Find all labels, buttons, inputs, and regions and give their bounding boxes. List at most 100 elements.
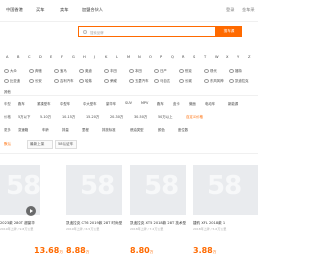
price-option[interactable]: 5万以下 (18, 114, 30, 119)
type-option[interactable]: 皮卡 (173, 101, 180, 106)
play-video-button[interactable] (26, 206, 36, 216)
letter-filter[interactable]: Q (171, 55, 174, 59)
type-option[interactable]: MPV (141, 101, 148, 105)
brand-item[interactable]: 比亚迪 (4, 78, 20, 86)
type-option[interactable]: 跑车 (157, 101, 164, 106)
nav-buy[interactable]: 买车 (36, 7, 44, 13)
car-image[interactable]: 58 (130, 165, 186, 215)
more-brands-link[interactable]: 其他 (4, 89, 11, 94)
brand-item[interactable]: 丰田 (104, 68, 117, 76)
price-option[interactable]: 50万以上 (158, 114, 173, 119)
car-card[interactable]: 58 捷豹 XFL 2018款 1 2018年上牌 / 5.6万公里 3.88万 (193, 165, 258, 262)
letter-filter[interactable]: Y (237, 55, 239, 59)
brand-item[interactable]: 现代 (204, 68, 217, 76)
type-option[interactable]: 紧凑型车 (37, 101, 51, 106)
brand-item[interactable]: 宝马 (54, 68, 67, 76)
letter-filter[interactable]: S (193, 55, 195, 59)
type-option[interactable]: SUV (125, 101, 132, 105)
type-option[interactable]: 豪华车 (106, 101, 116, 106)
letter-filter[interactable]: L (116, 55, 118, 59)
type-option[interactable]: 中大型车 (83, 101, 97, 106)
brand-item[interactable]: 吉利汽车 (54, 78, 74, 86)
custom-price-link[interactable]: 自定义价格 (186, 114, 203, 119)
nav-join[interactable]: 加盟合伙人 (82, 7, 103, 13)
letter-filter[interactable]: F (61, 55, 63, 59)
type-option[interactable]: 微面 (189, 101, 196, 106)
car-image[interactable]: 58 (66, 165, 122, 215)
brand-item[interactable]: 凯迪拉克 (229, 78, 249, 86)
login-link[interactable]: 登录 (226, 7, 234, 13)
car-sub: 2018年上牌 / 5.6万公里 (193, 227, 227, 231)
letter-filter[interactable]: P (160, 55, 162, 59)
brand-item[interactable]: 哈弗 (79, 78, 92, 86)
brand-logo-icon (204, 68, 209, 73)
brand-item[interactable]: 奥迪 (79, 68, 92, 76)
type-option[interactable]: 中型车 (60, 101, 70, 106)
brand-item[interactable]: 福特 (229, 68, 242, 76)
more-option[interactable]: 里程 (82, 127, 89, 132)
more-option[interactable]: 变速箱 (18, 127, 28, 132)
letter-filter[interactable]: A (6, 55, 8, 59)
more-option[interactable]: 座位数 (178, 127, 188, 132)
brand-item[interactable]: 奔驰 (29, 68, 42, 76)
price-option[interactable]: 5-10万 (40, 114, 51, 119)
brand-logo-icon (229, 78, 234, 83)
letter-filter[interactable]: D (39, 55, 42, 59)
more-option[interactable]: 排放标准 (102, 127, 116, 132)
brand-item[interactable]: 别克 (179, 68, 192, 76)
letter-filter[interactable]: N (138, 55, 141, 59)
price-option[interactable]: 20-30万 (110, 114, 123, 119)
brand-item[interactable]: 日产 (154, 68, 167, 76)
letter-filter[interactable]: H (83, 55, 86, 59)
letter-filter[interactable]: B (17, 55, 19, 59)
letter-filter[interactable]: C (28, 55, 31, 59)
car-title[interactable]: 凯迪拉克 CT6 2019款 28T 时尚型 (66, 221, 122, 226)
price-option[interactable]: 30-50万 (134, 114, 147, 119)
nav-sell[interactable]: 卖车 (60, 7, 68, 13)
brand-logo-icon (4, 78, 9, 83)
brand-logo-icon (29, 78, 34, 83)
search-button[interactable]: 搜车源 (216, 26, 242, 37)
letter-filter[interactable]: R (182, 55, 185, 59)
brand-item[interactable]: 东风风神 (204, 78, 224, 86)
letter-filter[interactable]: X (226, 55, 228, 59)
car-image[interactable]: 58 (193, 165, 258, 215)
car-price: 3.88万 (193, 246, 217, 255)
brand-item[interactable]: 马自达 (154, 78, 170, 86)
car-title[interactable]: 凯迪拉克 XT5 2018款 28T 技术型 (130, 221, 186, 226)
more-option[interactable]: 燃油类型 (130, 127, 144, 132)
letter-filter[interactable]: J (94, 55, 95, 59)
letter-filter[interactable]: O (149, 55, 152, 59)
letter-filter[interactable]: K (105, 55, 107, 59)
more-option[interactable]: 车龄 (42, 127, 49, 132)
brand-item[interactable]: 长安 (29, 78, 42, 86)
brand-item[interactable]: 大众 (4, 68, 17, 76)
brand-item[interactable]: 五菱汽车 (129, 78, 149, 86)
letter-filter[interactable]: W (215, 55, 219, 59)
price-option[interactable]: 10-15万 (62, 114, 75, 119)
type-option[interactable]: 跑车 (18, 101, 25, 106)
more-option[interactable]: 排量 (62, 127, 69, 132)
type-option[interactable]: 新能源 (228, 101, 238, 106)
tab-cert[interactable]: 58认证车 (58, 142, 73, 147)
type-option[interactable]: 电动车 (205, 101, 215, 106)
mobile-link[interactable]: 金车采 (242, 7, 255, 13)
car-title[interactable]: 2023款 280T 超豪华 (0, 221, 35, 226)
sort-tabs: 默认 最新上架 58认证车 (0, 138, 258, 152)
brand-item[interactable]: 本田 (129, 68, 142, 76)
price-option[interactable]: 15-20万 (86, 114, 99, 119)
car-title[interactable]: 捷豹 XFL 2018款 1 (193, 221, 225, 226)
brand-item[interactable]: 荣威 (104, 78, 117, 86)
letter-filter[interactable]: Z (248, 55, 250, 59)
city-selector[interactable]: 中国香港 (6, 7, 23, 13)
tab-new[interactable]: 最新上架 (30, 142, 44, 147)
car-price: 13.68万 (34, 246, 63, 255)
letter-filter[interactable]: M (127, 55, 130, 59)
tab-default[interactable]: 默认 (4, 142, 11, 147)
letter-filter[interactable]: G (72, 55, 75, 59)
letter-filter[interactable]: T (204, 55, 206, 59)
more-option[interactable]: 颜色 (158, 127, 165, 132)
search-input[interactable]: 搜索品牌 (78, 26, 216, 37)
brand-item[interactable]: 长城 (179, 78, 192, 86)
letter-filter[interactable]: E (50, 55, 52, 59)
